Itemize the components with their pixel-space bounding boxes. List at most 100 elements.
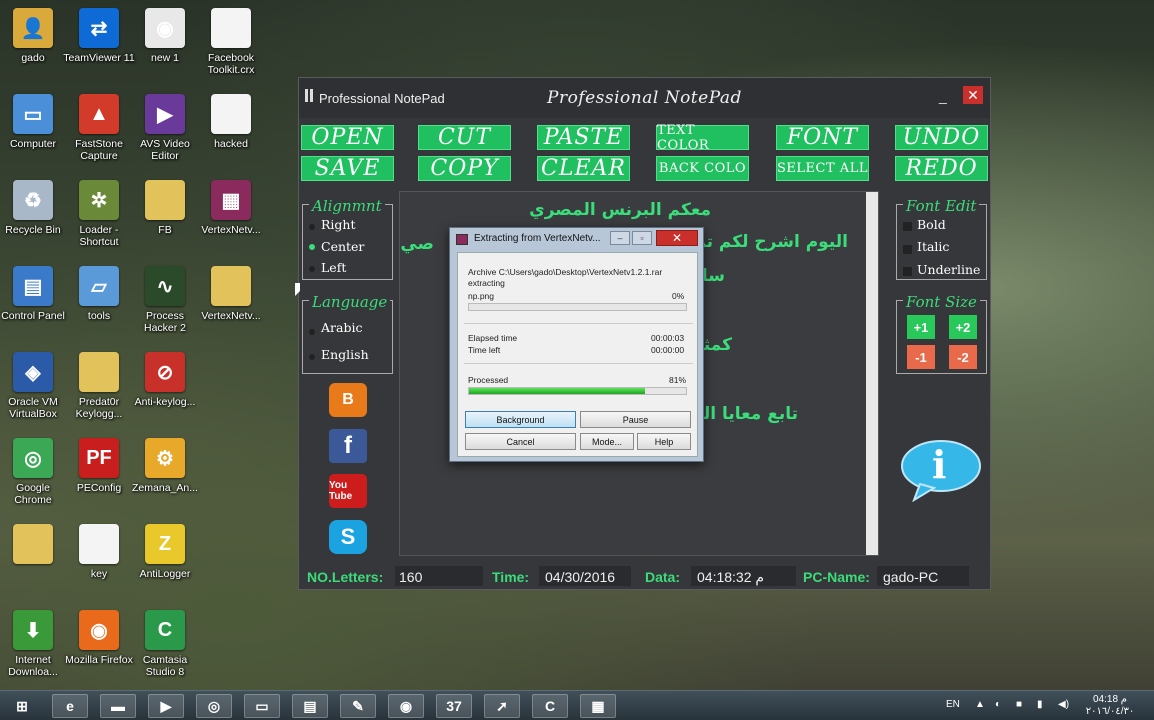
desktop-icon[interactable]: VertexNetv...	[198, 262, 264, 342]
network-icon[interactable]: ▮	[1037, 699, 1043, 710]
desktop-icon[interactable]: C Camtasia Studio 8	[132, 606, 198, 686]
tray-arrow-icon[interactable]: ▲	[975, 699, 985, 710]
desktop-icon[interactable]: ◉ Mozilla Firefox	[65, 606, 133, 686]
align-right-radio[interactable]	[309, 224, 315, 230]
desktop-icon[interactable]: key	[66, 520, 132, 600]
winrar-icon[interactable]: ▦	[580, 694, 616, 718]
clear-button[interactable]: CLEAR	[537, 156, 630, 181]
save-button[interactable]: SAVE	[301, 156, 394, 181]
youtube-icon[interactable]: You Tube	[329, 474, 367, 508]
desktop-icon[interactable]: PF PEConfig	[66, 434, 132, 514]
info-icon[interactable]: i	[900, 440, 982, 503]
font-size-plus2-button[interactable]: +2	[949, 315, 977, 339]
desktop-icon[interactable]: FB	[132, 176, 198, 256]
mode-button[interactable]: Mode...	[580, 433, 634, 450]
tool-icon[interactable]: ✎	[340, 694, 376, 718]
desktop-icon[interactable]: ♻ Recycle Bin	[0, 176, 66, 256]
desktop-icon-label: Mozilla Firefox	[65, 654, 133, 666]
file-progress-bar	[468, 303, 687, 311]
desktop-icon[interactable]: ▤ Control Panel	[0, 262, 66, 342]
desktop-icon[interactable]	[198, 520, 264, 600]
elapsed-value: 00:00:03	[651, 333, 685, 343]
desktop-icon[interactable]: ▭ Computer	[0, 90, 66, 170]
pause-button[interactable]: Pause	[580, 411, 691, 428]
video-icon[interactable]: 37	[436, 694, 472, 718]
tray-app-icon[interactable]: ◐	[995, 699, 1001, 710]
desktop-icon[interactable]: ▱ tools	[66, 262, 132, 342]
explorer-icon[interactable]: ▬	[100, 694, 136, 718]
desktop-icon[interactable]: ⇄ TeamViewer 11	[63, 4, 135, 84]
desktop-icon[interactable]	[198, 348, 264, 428]
editor-scrollbar[interactable]	[866, 192, 878, 555]
desktop-icon[interactable]: hacked	[198, 90, 264, 170]
desktop-icon-label: Internet Downloa...	[8, 654, 58, 678]
desktop-icon[interactable]: ◉ new 1	[132, 4, 198, 84]
cancel-button[interactable]: Cancel	[465, 433, 576, 450]
desktop-icon-label: TeamViewer 11	[63, 52, 135, 64]
open-button[interactable]: OPEN	[301, 125, 394, 150]
facebook-icon[interactable]: f	[329, 429, 367, 463]
back-color-button[interactable]: BACK COLO	[656, 156, 749, 181]
firefox-icon[interactable]: ◉	[388, 694, 424, 718]
font-button[interactable]: FONT	[776, 125, 869, 150]
chrome-icon: ◎	[13, 438, 53, 478]
pointer-icon[interactable]: ➚	[484, 694, 520, 718]
font-size-minus1-button[interactable]: -1	[907, 345, 935, 369]
dialog-close-button[interactable]: ✕	[656, 230, 698, 246]
background-button[interactable]: Background	[465, 411, 576, 428]
undo-button[interactable]: UNDO	[895, 125, 988, 150]
close-button[interactable]: ✕	[963, 86, 983, 104]
chrome-icon[interactable]: ◎	[196, 694, 232, 718]
tray-app-icon[interactable]: ■	[1016, 699, 1022, 710]
desktop-icon[interactable]: ⊘ Anti-keylog...	[132, 348, 198, 428]
file-icon	[211, 94, 251, 134]
volume-icon[interactable]: ◀)	[1058, 699, 1069, 710]
language-indicator[interactable]: EN	[946, 699, 960, 710]
notepad-icon[interactable]: ▤	[292, 694, 328, 718]
desktop-icon[interactable]: ▶ AVS Video Editor	[132, 90, 198, 170]
align-left-radio[interactable]	[309, 266, 315, 272]
bold-checkbox[interactable]	[903, 222, 912, 231]
notepad-titlebar[interactable]: Professional NotePad Professional NotePa…	[299, 78, 990, 118]
align-center-radio[interactable]	[309, 244, 315, 250]
minimize-button[interactable]: _	[939, 88, 947, 104]
taskbar-clock[interactable]: 04:18 م ٢٠١٦/٠٤/٣٠	[1080, 694, 1140, 718]
cut-button[interactable]: CUT	[418, 125, 511, 150]
desktop-icon[interactable]: ▦ VertexNetv...	[198, 176, 264, 256]
select-all-button[interactable]: SELECT ALL	[776, 156, 869, 181]
desktop-icon[interactable]: ◈ Oracle VM VirtualBox	[0, 348, 66, 428]
desktop-icon[interactable]: Facebook Toolkit.crx	[198, 4, 264, 84]
ie-icon[interactable]: e	[52, 694, 88, 718]
italic-checkbox[interactable]	[903, 245, 912, 254]
camtasia-icon[interactable]: C	[532, 694, 568, 718]
dialog-maximize-button[interactable]: ▫	[632, 231, 652, 245]
desktop-icon[interactable]: ✲ Loader - Shortcut	[66, 176, 132, 256]
help-button[interactable]: Help	[637, 433, 691, 450]
desktop-icon[interactable]: ⬇ Internet Downloa...	[0, 606, 66, 686]
desktop-icon[interactable]: Predat0r Keylogg...	[66, 348, 132, 428]
desktop-icon-label: FastStone Capture	[75, 138, 123, 162]
arabic-radio[interactable]	[309, 329, 315, 335]
font-size-plus1-button[interactable]: +1	[907, 315, 935, 339]
skype-icon[interactable]: S	[329, 520, 367, 554]
start-icon[interactable]: ⊞	[4, 694, 40, 718]
media-player-icon[interactable]: ▶	[148, 694, 184, 718]
desktop-icon[interactable]: ◎ Google Chrome	[0, 434, 66, 514]
desktop-icon[interactable]: ∿ Process Hacker 2	[132, 262, 198, 342]
app-icon[interactable]: ▭	[244, 694, 280, 718]
desktop-icon[interactable]: Z AntiLogger	[132, 520, 198, 600]
desktop-icon[interactable]: ⚙ Zemana_An...	[132, 434, 198, 514]
english-radio[interactable]	[309, 354, 315, 360]
dialog-minimize-button[interactable]: ‒	[610, 231, 630, 245]
copy-button[interactable]: COPY	[418, 156, 511, 181]
underline-checkbox[interactable]	[903, 267, 912, 276]
blogger-icon[interactable]: B	[329, 383, 367, 417]
desktop-icon[interactable]: ▲ FastStone Capture	[66, 90, 132, 170]
desktop-icon[interactable]	[198, 434, 264, 514]
text-color-button[interactable]: TEXT COLOR	[656, 123, 749, 153]
desktop-icon[interactable]: 👤 gado	[0, 4, 66, 84]
desktop-icon[interactable]	[0, 520, 66, 600]
font-size-minus2-button[interactable]: -2	[949, 345, 977, 369]
redo-button[interactable]: REDO	[895, 156, 988, 181]
paste-button[interactable]: PASTE	[537, 125, 630, 150]
